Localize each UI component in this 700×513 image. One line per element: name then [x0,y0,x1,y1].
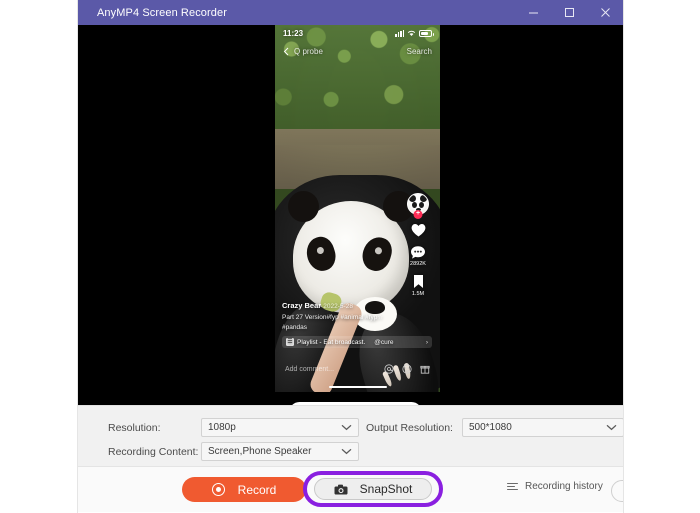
comment-button[interactable]: 2892K [410,245,426,267]
bookmark-count: 1.5M [411,291,425,297]
settings-panel: Resolution: 1080p Output Resolution: 500… [78,405,623,467]
bookmark-button[interactable]: 1.5M [412,274,425,297]
author-avatar-item[interactable]: + [407,193,429,219]
comment-placeholder: Add comment... [285,365,335,373]
search-label: Q probe [294,46,323,56]
recording-content-row: Recording Content: Screen,Phone Speaker [108,442,359,461]
record-icon [211,483,225,496]
resolution-value: 1080p [208,422,236,433]
video-date: 2022-5-28 [323,303,353,311]
list-icon [507,482,518,491]
playlist-chip[interactable]: ☰ Playlist - Eat broadcast. @cure › [282,336,432,348]
playlist-user: @cure [374,338,394,346]
resolution-row: Resolution: 1080p [108,418,359,437]
follow-badge[interactable]: + [413,210,423,219]
chevron-down-icon [606,424,617,431]
phone-status-bar: 11:23 [275,25,440,41]
chevron-down-icon [341,448,352,455]
search-left-group: Q probe [283,47,323,56]
search-action[interactable]: Search [407,47,432,56]
resolution-dropdown[interactable]: 1080p [201,418,359,437]
heart-icon [411,223,425,237]
output-resolution-label: Output Resolution: [366,421,453,434]
chevron-down-icon [341,424,352,431]
author-name: Crazy Bear [282,301,322,311]
status-time: 11:23 [283,28,304,38]
recording-history-label: Recording history [525,481,603,492]
video-description: Part 27 Version#fyp #animal #fyp☆ #panda… [282,314,384,331]
caption-header: Crazy Bear 2022-5-28 [282,301,400,310]
mention-icon [384,364,394,374]
settings-edge-button[interactable] [611,480,623,502]
emoji-icon [402,364,412,374]
signal-icon [395,29,404,37]
recording-content-dropdown[interactable]: Screen,Phone Speaker [201,442,359,461]
chevron-right-icon: › [425,338,428,346]
output-resolution-value: 500*1080 [468,422,512,433]
maximize-button[interactable] [551,0,587,25]
status-indicators [395,29,434,37]
close-button[interactable] [587,0,623,25]
recording-content-value: Screen,Phone Speaker [208,446,312,457]
minimize-button[interactable] [515,0,551,25]
snapshot-label: SnapShot [359,482,413,496]
record-button[interactable]: Record [182,477,306,502]
battery-icon [419,29,434,37]
phone-search-row[interactable]: Q probe Search [275,43,440,59]
phone-screen-preview[interactable]: 11:23 Q probe Search + 2892K 1.5M Crazy … [275,25,440,392]
output-resolution-dropdown[interactable]: 500*1080 [461,418,623,437]
comment-input-bar[interactable]: Add comment... [275,358,440,380]
playlist-label: Playlist - Eat broadcast. [297,338,366,346]
snapshot-button[interactable]: SnapShot [314,478,432,500]
comment-icon [411,246,425,259]
comment-bar-icons [384,364,430,374]
preview-stage: 11:23 Q probe Search + 2892K 1.5M Crazy … [78,25,623,405]
wifi-icon [407,30,416,36]
action-bar: Record SnapShot Recording history [78,467,623,512]
panda-ear-left [288,191,319,222]
bookmark-icon [413,275,423,288]
recording-content-label: Recording Content: [108,445,199,458]
video-caption: Crazy Bear 2022-5-28 Part 27 Version#fyp… [282,301,432,348]
like-button[interactable] [410,222,427,238]
video-action-rail: + 2892K 1.5M [402,193,434,297]
output-resolution-row: Output Resolution: 500*1080 [366,418,623,437]
window-controls [515,0,623,25]
comment-count: 2892K [410,261,426,267]
gift-icon [420,365,430,374]
home-indicator [328,385,387,388]
recording-history-button[interactable]: Recording history [507,481,603,492]
resolution-label: Resolution: [108,421,161,434]
app-screenshot: AnyMP4 Screen Recorder 11:23 Q probe Sea… [0,0,700,513]
back-icon [283,47,289,55]
app-window: AnyMP4 Screen Recorder 11:23 Q probe Sea… [78,0,623,513]
camera-icon [334,484,348,495]
app-title: AnyMP4 Screen Recorder [97,6,227,19]
playlist-icon: ☰ [286,338,294,346]
record-label: Record [237,482,277,497]
title-bar: AnyMP4 Screen Recorder [78,0,623,25]
